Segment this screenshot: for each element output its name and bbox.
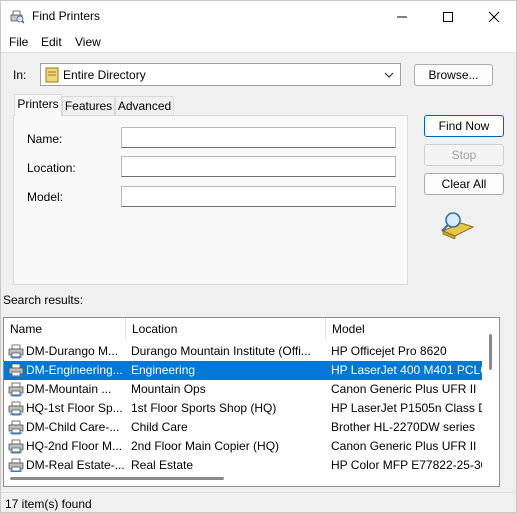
row-name: DM-Mountain ...: [26, 382, 112, 396]
row-model: HP LaserJet P1505n Class Driver: [331, 401, 499, 415]
vertical-scroll-thumb[interactable]: [489, 334, 492, 370]
row-name: HQ-2nd Floor M...: [26, 439, 123, 453]
row-location: 2nd Floor Main Copier (HQ): [131, 439, 280, 453]
printer-icon: [8, 458, 24, 473]
row-location: Engineering: [131, 363, 196, 377]
window-title: Find Printers: [32, 9, 101, 23]
printer-icon: [8, 439, 24, 454]
directory-icon: [45, 67, 59, 83]
chevron-down-icon: [384, 72, 394, 78]
table-row[interactable]: DM-Mountain ... Mountain Ops Canon Generic…: [4, 380, 499, 399]
clear-all-button[interactable]: Clear All: [424, 173, 504, 195]
status-bar: 17 item(s) found: [1, 492, 516, 513]
status-text: 17 item(s) found: [5, 497, 92, 511]
table-row[interactable]: HQ-2nd Floor M... 2nd Floor Main Copier (…: [4, 437, 499, 456]
printer-icon: [8, 382, 24, 397]
search-results-label: Search results:: [3, 293, 84, 307]
tab-advanced[interactable]: Advanced: [115, 96, 174, 115]
search-printer-animation-icon: [441, 212, 475, 239]
horizontal-scroll-thumb[interactable]: [10, 477, 224, 480]
title-bar: Find Printers: [1, 1, 516, 32]
row-model: HP LaserJet 400 M401 PCL6 Class: [331, 363, 499, 377]
tab-printers[interactable]: Printers: [14, 94, 62, 116]
table-row[interactable]: DM-Durango M... Durango Mountain Institut…: [4, 342, 499, 361]
stop-button[interactable]: Stop: [424, 144, 504, 166]
find-printers-window: Find Printers File Edit View In: Entire …: [0, 0, 517, 513]
table-row[interactable]: DM-Child Care-... Child Care Brother HL-22…: [4, 418, 499, 437]
tab-features[interactable]: Features: [62, 96, 115, 115]
maximize-button[interactable]: [425, 1, 471, 32]
vertical-scrollbar[interactable]: [482, 318, 499, 486]
menu-edit[interactable]: Edit: [41, 35, 62, 49]
column-header-location[interactable]: Location: [126, 318, 326, 340]
name-field[interactable]: [121, 127, 396, 148]
table-row[interactable]: DM-Engineering... Engineering HP LaserJet …: [4, 361, 499, 380]
printer-icon: [8, 420, 24, 435]
column-header-name[interactable]: Name: [4, 318, 126, 340]
model-label: Model:: [27, 190, 64, 204]
maximize-icon: [443, 11, 453, 22]
find-printers-app-icon: [10, 10, 25, 24]
scope-value: Entire Directory: [63, 68, 146, 82]
printer-icon: [8, 401, 24, 416]
row-location: 1st Floor Sports Shop (HQ): [131, 401, 277, 415]
printer-icon: [8, 344, 24, 359]
row-model: HP Officejet Pro 8620: [331, 344, 447, 358]
minimize-icon: [397, 16, 407, 17]
row-name: DM-Durango M...: [26, 344, 119, 358]
horizontal-scrollbar[interactable]: [4, 472, 499, 486]
model-field[interactable]: [121, 186, 396, 207]
row-model: Canon Generic Plus UFR II: [331, 382, 477, 396]
search-results-list[interactable]: Name Location Model DM-Durango M... Duran…: [3, 317, 500, 487]
row-model: Canon Generic Plus UFR II: [331, 439, 477, 453]
printer-icon: [8, 363, 24, 378]
browse-button[interactable]: Browse...: [414, 64, 493, 86]
location-label: Location:: [27, 161, 76, 175]
table-row[interactable]: HQ-1st Floor Sp... 1st Floor Sports Shop …: [4, 399, 499, 418]
row-name: DM-Child Care-...: [26, 420, 120, 434]
minimize-button[interactable]: [379, 1, 425, 32]
column-header-model[interactable]: Model: [326, 318, 499, 340]
close-button[interactable]: [471, 1, 517, 32]
menu-file[interactable]: File: [9, 35, 28, 49]
row-name: DM-Engineering...: [26, 363, 123, 377]
row-location: Child Care: [131, 420, 188, 434]
row-location: Mountain Ops: [131, 382, 206, 396]
find-now-button[interactable]: Find Now: [424, 115, 504, 137]
menu-bar: File Edit View: [1, 32, 516, 53]
row-location: Durango Mountain Institute (Offi...: [131, 344, 311, 358]
in-label: In:: [13, 68, 27, 82]
scope-dropdown[interactable]: Entire Directory: [40, 63, 401, 86]
location-field[interactable]: [121, 156, 396, 177]
close-icon: [488, 11, 500, 22]
row-name: HQ-1st Floor Sp...: [26, 401, 123, 415]
row-model: Brother HL-2270DW series: [331, 420, 476, 434]
menu-view[interactable]: View: [75, 35, 101, 49]
name-label: Name:: [27, 132, 63, 146]
